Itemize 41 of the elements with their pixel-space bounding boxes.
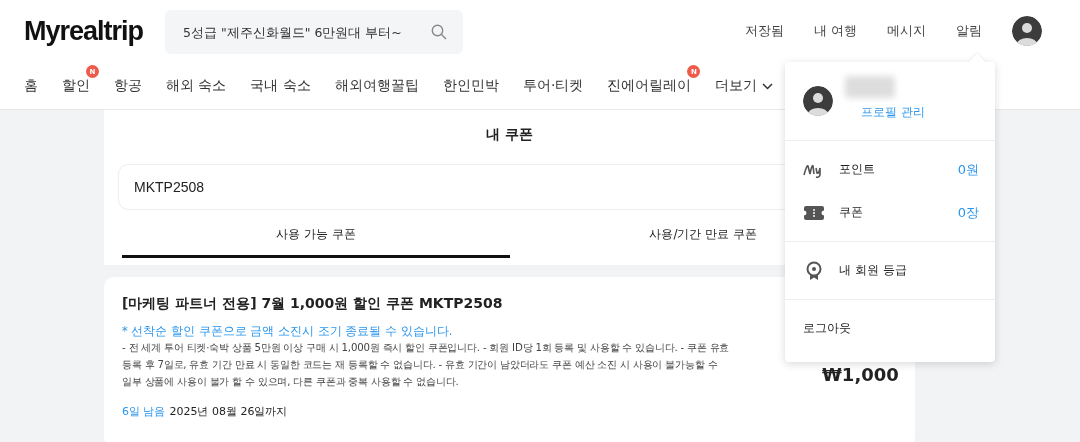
menu-item-value: 0장: [957, 203, 979, 222]
tab[interactable]: 사용 가능 쿠폰: [122, 216, 510, 258]
nav-item[interactable]: 한인민박: [442, 77, 499, 95]
coupon-title: [마케팅 파트너 전용] 7월 1,000원 할인 쿠폰 MKTP2508: [122, 295, 504, 313]
menu-item-label: 내 회원 등급: [839, 262, 907, 279]
blurred-name: [845, 76, 895, 98]
header-link[interactable]: 내 여행: [813, 22, 857, 40]
coupon-amount: ₩1,000: [822, 364, 900, 385]
nav-item[interactable]: 더보기: [715, 77, 774, 95]
menu-item-label: 로그아웃: [803, 320, 851, 337]
nav-item[interactable]: 할인: [62, 77, 90, 95]
menu-item-label: 포인트: [839, 161, 875, 178]
nav-item[interactable]: 투어·티켓: [522, 77, 584, 95]
header-link[interactable]: 메시지: [887, 22, 926, 40]
header-link[interactable]: 저장됨: [744, 22, 784, 40]
search-field[interactable]: 5성급 "제주신화월드" 6만원대 부터~: [165, 10, 464, 54]
days-remaining: 6일 남음: [122, 404, 166, 419]
avatar-icon[interactable]: [803, 86, 833, 116]
expiry-date: 2025년 08월 26일까지: [169, 404, 288, 419]
ticket-icon: [804, 205, 824, 220]
coupon-card[interactable]: [104, 277, 915, 442]
menu-item[interactable]: 내 회원 등급: [785, 249, 995, 292]
coupon-description: - 전 세계 투어 티켓·숙박 상품 5만원 이상 구매 시 1,000원 즉시 할인 쿠폰입니다. - 회원 ID당 1회 등록 및 사용할 수 있습니다. - 쿠폰 유효: [122, 341, 730, 355]
header-link[interactable]: 알림: [956, 22, 982, 40]
menu-item[interactable]: 로그아웃: [785, 307, 995, 350]
nav-item[interactable]: 국내 숙소: [250, 77, 311, 95]
nav-item[interactable]: 홈: [24, 77, 38, 95]
medal-icon: [806, 260, 822, 281]
nav-item[interactable]: 항공: [114, 77, 142, 95]
search-icon[interactable]: [431, 24, 448, 40]
nav-item[interactable]: 해외 숙소: [166, 77, 227, 95]
avatar-icon[interactable]: [1012, 16, 1042, 46]
page-title: 내 쿠폰: [485, 125, 534, 144]
nav-item[interactable]: 해외여행꿀팁: [334, 77, 419, 95]
menu-item-value: 0원: [957, 160, 979, 179]
coupon-description: 등록 후 7일로, 유효 기간 만료 시 동일한 코드는 재 등록할 수 없습니다. - 유효 기간이 남았더라도 쿠폰 예산 소진 시 사용이 불가능할 수: [122, 358, 718, 372]
chevron-down-icon: [762, 82, 774, 90]
coupon-notice: * 선착순 할인 쿠폰으로 금액 소진시 조기 종료될 수 있습니다.: [122, 324, 453, 339]
logo[interactable]: Myrealtrip: [24, 15, 144, 47]
nav-item[interactable]: 진에어릴레이: [607, 77, 692, 95]
coupon-description: 일부 상품에 사용이 불가 할 수 있으며, 다른 쿠폰과 중복 사용할 수 없습니다.: [122, 375, 459, 389]
